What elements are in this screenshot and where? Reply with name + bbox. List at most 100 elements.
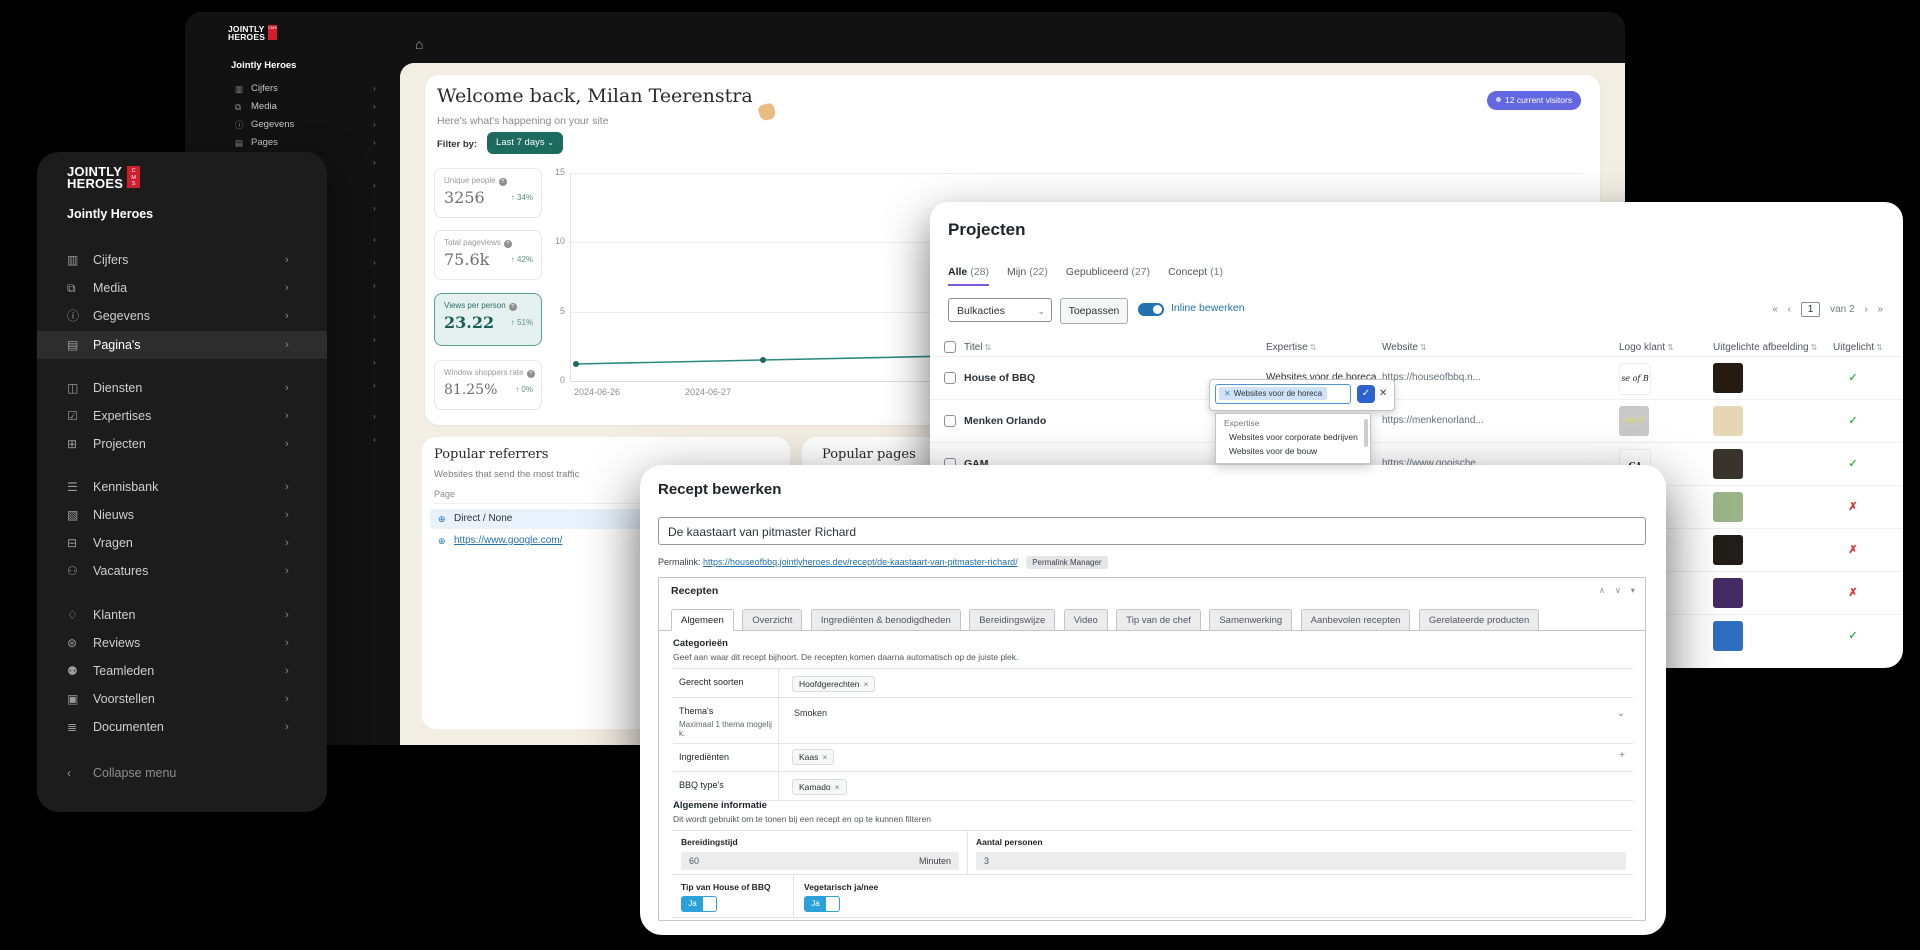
tab-ingredienten[interactable]: Ingrediënten & benodigdheden bbox=[811, 609, 961, 631]
dropdown-option[interactable]: Websites voor corporate bedrijven bbox=[1229, 432, 1358, 442]
tab-overzicht[interactable]: Overzicht bbox=[742, 609, 802, 631]
remove-icon[interactable]: × bbox=[864, 679, 869, 689]
tab-bereidingswijze[interactable]: Bereidingswijze bbox=[969, 609, 1055, 631]
project-title[interactable]: Menken Orlando bbox=[964, 415, 1046, 427]
featured-image-thumb bbox=[1713, 492, 1743, 522]
taxonomy-chip[interactable]: Kamado× bbox=[792, 779, 847, 795]
frame-icon: ▣ bbox=[67, 686, 83, 712]
sidebar-item-paginas[interactable]: ▤Pagina's› bbox=[37, 331, 327, 359]
project-title[interactable]: House of BBQ bbox=[964, 372, 1035, 384]
sidebar-item-vacatures[interactable]: ⚇Vacatures› bbox=[37, 558, 327, 584]
first-page-button[interactable]: « bbox=[1772, 304, 1778, 315]
row-checkbox[interactable] bbox=[944, 415, 956, 427]
column-header-expertise[interactable]: Expertise⇅ bbox=[1266, 342, 1316, 353]
move-down-icon[interactable]: ∨ bbox=[1615, 585, 1621, 596]
bulk-actions-select[interactable]: Bulkacties⌄ bbox=[948, 298, 1052, 322]
field-label: BBQ type's bbox=[673, 772, 779, 800]
general-info-grid: Bereidingstijd 60 Minuten Aantal persone… bbox=[673, 830, 1633, 918]
column-header-titel[interactable]: Titel⇅ bbox=[964, 342, 991, 353]
dropdown-option[interactable]: Websites voor de bouw bbox=[1229, 446, 1317, 456]
persons-cell: Aantal personen 3 bbox=[967, 831, 1633, 874]
tab-samenwerking[interactable]: Samenwerking bbox=[1209, 609, 1292, 631]
scrollbar[interactable] bbox=[1364, 419, 1368, 447]
theme-select-value[interactable]: Smoken bbox=[794, 708, 827, 718]
remove-icon[interactable]: × bbox=[835, 782, 840, 792]
taxonomy-chip[interactable]: Kaas× bbox=[792, 749, 834, 765]
featured-image-thumb bbox=[1713, 578, 1743, 608]
tab-gerelateerde-producten[interactable]: Gerelateerde producten bbox=[1419, 609, 1539, 631]
field-label: Bereidingstijd bbox=[681, 837, 738, 847]
permalink-manager-button[interactable]: Permalink Manager bbox=[1026, 556, 1107, 569]
chevron-down-icon[interactable]: ⌄ bbox=[1617, 708, 1625, 719]
sidebar-item-vragen[interactable]: ⊟Vragen› bbox=[37, 530, 327, 556]
tab-video[interactable]: Video bbox=[1064, 609, 1108, 631]
prev-page-button[interactable]: ‹ bbox=[1788, 304, 1791, 315]
recipe-name-input[interactable]: De kaastaart van pitmaster Richard bbox=[658, 517, 1646, 545]
sidebar-item-reviews[interactable]: ⊛Reviews› bbox=[37, 630, 327, 656]
tab-algemeen[interactable]: Algemeen bbox=[671, 609, 734, 631]
sidebar-item-voorstellen[interactable]: ▣Voorstellen› bbox=[37, 686, 327, 712]
table-row[interactable]: House of BBQ Websites voor de horeca htt… bbox=[930, 356, 1903, 400]
sidebar-item-nieuws[interactable]: ▧Nieuws› bbox=[37, 502, 327, 528]
last-page-button[interactable]: » bbox=[1877, 304, 1883, 315]
taxonomy-chip[interactable]: Hoofdgerechten× bbox=[792, 676, 875, 692]
tab-aanbevolen-recepten[interactable]: Aanbevolen recepten bbox=[1301, 609, 1411, 631]
sidebar-item-kennisbank[interactable]: ☰Kennisbank› bbox=[37, 474, 327, 500]
remove-icon[interactable]: × bbox=[822, 752, 827, 762]
permalink-link[interactable]: https://houseofbbq.jointlyheroes.dev/rec… bbox=[703, 557, 1018, 567]
inline-edit-label: Inline bewerken bbox=[1171, 302, 1245, 314]
expertise-tag-input[interactable]: ✕Websites voor de horeca bbox=[1215, 384, 1351, 404]
tip-toggle[interactable]: Ja bbox=[681, 896, 717, 912]
close-icon[interactable]: ✕ bbox=[1379, 388, 1387, 399]
column-header-uitgelichte-afbeelding[interactable]: Uitgelichte afbeelding⇅ bbox=[1713, 342, 1817, 353]
tab-concept[interactable]: Concept(1) bbox=[1168, 266, 1223, 286]
remove-icon[interactable]: ✕ bbox=[1224, 389, 1231, 398]
mini-sidebar-item-gegevens[interactable]: ⓘ Gegevens › bbox=[185, 117, 400, 133]
next-page-button[interactable]: › bbox=[1864, 304, 1867, 315]
mini-sidebar-item-pages[interactable]: ▤ Pages › bbox=[185, 135, 400, 151]
collapse-panel-icon[interactable]: ▾ bbox=[1631, 585, 1635, 596]
collapse-menu-button[interactable]: ‹Collapse menu bbox=[37, 760, 327, 786]
select-all-checkbox[interactable] bbox=[944, 341, 956, 353]
current-page-input[interactable]: 1 bbox=[1801, 302, 1821, 317]
column-header-website[interactable]: Website⇅ bbox=[1382, 342, 1427, 353]
home-icon[interactable]: ⌂ bbox=[415, 36, 423, 52]
add-icon[interactable]: + bbox=[1619, 750, 1625, 761]
persons-input[interactable]: 3 bbox=[976, 852, 1626, 870]
chevron-left-icon: ‹ bbox=[67, 760, 83, 786]
confirm-button[interactable]: ✓ bbox=[1357, 385, 1375, 403]
field-row-bbq-types: BBQ type's Kamado× bbox=[673, 771, 1633, 800]
sidebar-item-expertises[interactable]: ☑Expertises› bbox=[37, 403, 327, 429]
expertise-chip[interactable]: ✕Websites voor de horeca bbox=[1219, 387, 1327, 400]
inline-edit-toggle[interactable] bbox=[1138, 303, 1164, 316]
sidebar-item-projecten[interactable]: ⊞Projecten› bbox=[37, 431, 327, 457]
sidebar-item-diensten[interactable]: ◫Diensten› bbox=[37, 375, 327, 401]
column-header-uitgelicht[interactable]: Uitgelicht⇅ bbox=[1833, 342, 1883, 353]
table-row[interactable]: Menken Orlando https://menkenorland... e… bbox=[930, 399, 1903, 443]
vegetarian-toggle[interactable]: Ja bbox=[804, 896, 840, 912]
sidebar-item-klanten[interactable]: ♢Klanten› bbox=[37, 602, 327, 628]
sidebar-item-documenten[interactable]: ≣Documenten› bbox=[37, 714, 327, 740]
row-checkbox[interactable] bbox=[944, 372, 956, 384]
sidebar-item-teamleden[interactable]: ⚉Teamleden› bbox=[37, 658, 327, 684]
tab-gepubliceerd[interactable]: Gepubliceerd(27) bbox=[1066, 266, 1150, 286]
apply-button[interactable]: Toepassen bbox=[1060, 298, 1128, 324]
move-up-icon[interactable]: ∧ bbox=[1599, 585, 1605, 596]
project-website[interactable]: https://houseofbbq.n... bbox=[1382, 372, 1481, 383]
tab-alle[interactable]: Alle(28) bbox=[948, 266, 989, 286]
referrer-label: Direct / None bbox=[454, 509, 512, 529]
tab-tip-van-de-chef[interactable]: Tip van de chef bbox=[1116, 609, 1201, 631]
prep-time-input[interactable]: 60 Minuten bbox=[681, 852, 959, 870]
column-header-logo-klant[interactable]: Logo klant⇅ bbox=[1619, 342, 1674, 353]
sidebar-item-gegevens[interactable]: ⓘGegevens› bbox=[37, 303, 327, 329]
section-description: Dit wordt gebruikt om te tonen bij een r… bbox=[673, 814, 931, 824]
sidebar-item-cijfers[interactable]: ▥Cijfers› bbox=[37, 247, 327, 273]
mini-sidebar-item-media[interactable]: ⧉ Media › bbox=[185, 99, 400, 115]
sidebar-item-media[interactable]: ⧉Media› bbox=[37, 275, 327, 301]
referrer-link[interactable]: https://www.google.com/ bbox=[454, 531, 562, 551]
mini-sidebar-item-cijfers[interactable]: ▥ Cijfers › bbox=[185, 81, 400, 97]
chevron-right-icon: › bbox=[285, 275, 289, 301]
project-website[interactable]: https://menkenorland... bbox=[1382, 415, 1484, 426]
tab-mijn[interactable]: Mijn(22) bbox=[1007, 266, 1048, 286]
sort-icon: ⇅ bbox=[1667, 343, 1674, 352]
